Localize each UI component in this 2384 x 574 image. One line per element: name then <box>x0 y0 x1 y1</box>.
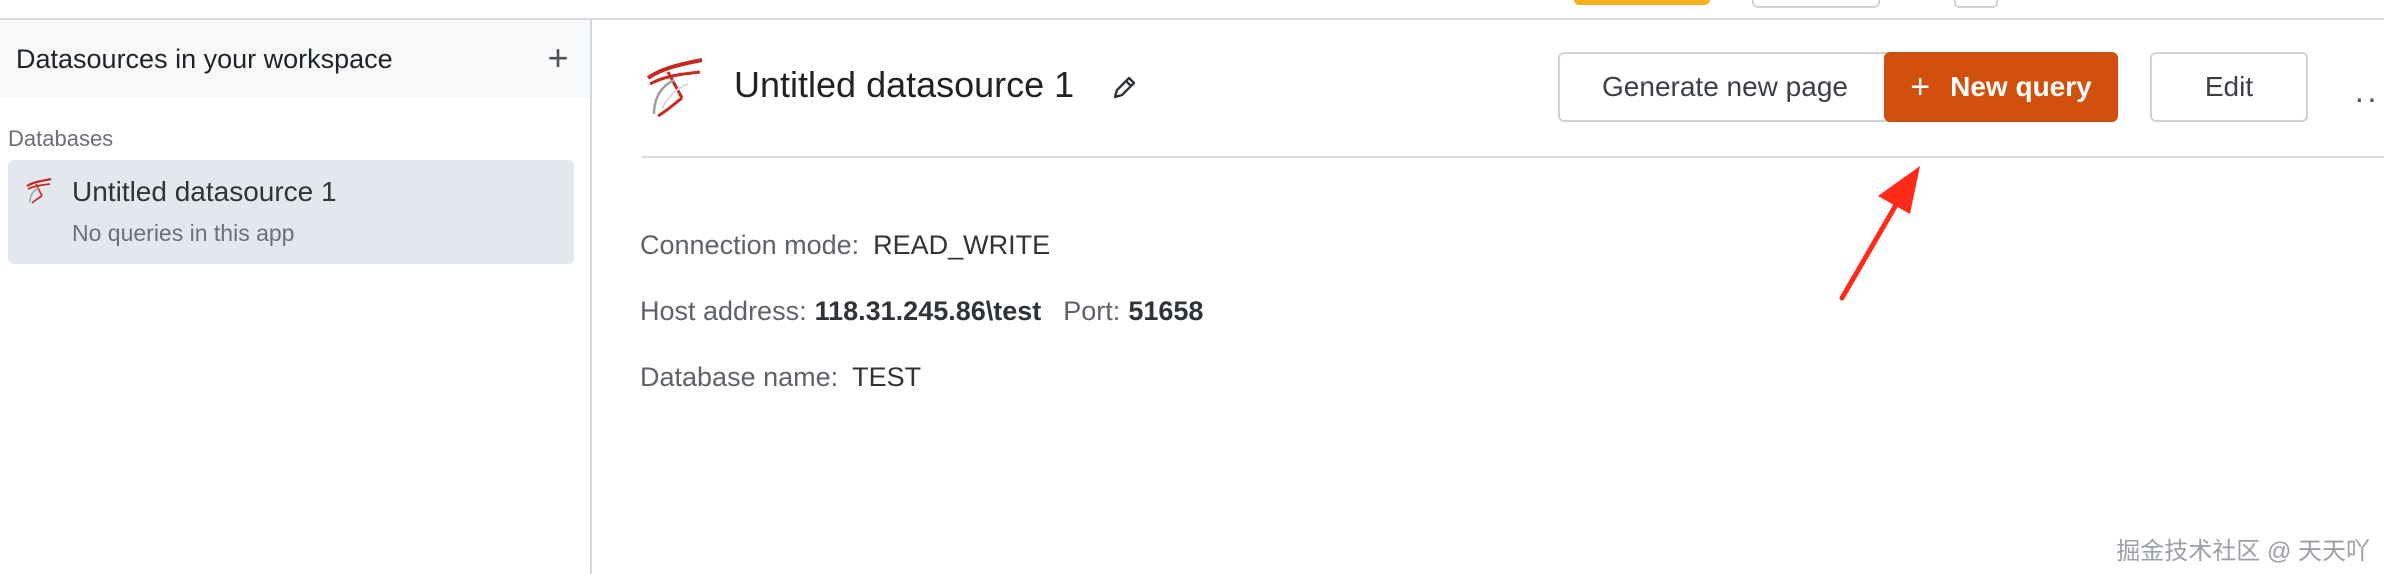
section-label-databases: Databases <box>8 126 114 151</box>
sql-server-icon <box>26 177 52 204</box>
datasource-detail-pane: Untitled datasource 1 Generate new page … <box>592 20 2384 574</box>
plus-icon: + <box>547 37 569 78</box>
watermark: 掘金技术社区 @ 天天吖 <box>2116 538 2370 565</box>
port-value: 51658 <box>1128 296 1204 326</box>
connection-mode-value: READ_WRITE <box>873 230 1051 260</box>
new-query-button[interactable]: + New query <box>1884 52 2118 122</box>
top-toolbar-box-partial[interactable] <box>1954 0 1998 8</box>
datasource-sidebar: Datasources in your workspace + Database… <box>0 20 592 574</box>
database-name-label: Database name: <box>640 362 839 392</box>
plus-icon: + <box>1910 68 1931 106</box>
database-name-row: Database name: TEST <box>640 362 921 393</box>
pencil-icon[interactable] <box>1108 72 1140 104</box>
ellipsis-icon[interactable]: ·· <box>2354 80 2379 117</box>
sidebar-item-datasource[interactable]: Untitled datasource 1 No queries in this… <box>8 160 574 264</box>
annotation-arrow-icon <box>1839 166 1920 301</box>
connection-mode-label: Connection mode: <box>640 230 860 260</box>
top-toolbar-outline-button-partial[interactable] <box>1752 0 1880 8</box>
database-name-value: TEST <box>852 362 922 392</box>
header-divider <box>642 156 2384 158</box>
new-query-label: New query <box>1950 71 2092 102</box>
page-title: Untitled datasource 1 <box>734 64 1075 105</box>
port-label: Port: <box>1063 296 1121 326</box>
host-value: 118.31.245.86\test <box>814 296 1042 326</box>
add-datasource-button[interactable]: + <box>538 37 578 78</box>
host-row: Host address: 118.31.245.86\test Port: 5165… <box>640 296 1203 327</box>
top-toolbar-button-partial[interactable] <box>1574 0 1710 5</box>
connection-mode-row: Connection mode: READ_WRITE <box>640 230 1050 261</box>
datasource-subtitle: No queries in this app <box>72 220 295 246</box>
sidebar-title: Datasources in your workspace <box>16 44 393 74</box>
edit-button[interactable]: Edit <box>2150 52 2308 122</box>
sidebar-header: Datasources in your workspace + <box>0 20 590 98</box>
datasource-name: Untitled datasource 1 <box>72 176 337 207</box>
host-label: Host address: <box>640 296 807 326</box>
generate-new-page-button[interactable]: Generate new page <box>1558 52 1892 122</box>
sql-server-icon <box>646 58 703 118</box>
